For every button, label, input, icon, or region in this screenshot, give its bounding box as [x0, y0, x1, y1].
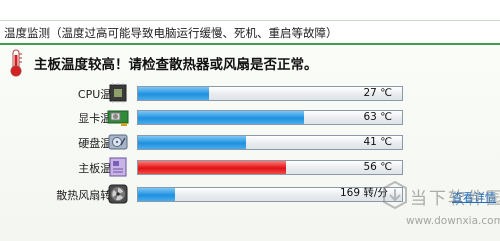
temperature-bar-motherboard: 56 ℃ [137, 160, 403, 175]
bar-fill [138, 188, 175, 201]
bar-fill [138, 161, 286, 174]
bar-fill [138, 136, 247, 149]
sensor-row-motherboard: 主板温度: 56 ℃ [0, 156, 500, 180]
alert-message: 主板温度较高！请检查散热器或风扇是否正常。 [34, 57, 318, 73]
fan-icon [108, 184, 128, 204]
section-title: 温度监测（温度过高可能导致电脑运行缓慢、死机、重启等故障） [0, 22, 500, 45]
temperature-value: 41 ℃ [363, 136, 393, 148]
fan-row: 散热风扇转速: 169 转/分 [0, 183, 500, 207]
bar-fill [138, 111, 305, 124]
sensor-row-cpu: CPU温度: 27 ℃ [0, 82, 500, 106]
motherboard-icon [109, 157, 127, 177]
sensor-row-hdd: 硬盘温度: 41 ℃ [0, 131, 500, 155]
temperature-bar-hdd: 41 ℃ [137, 135, 403, 150]
bar-fill [138, 87, 210, 100]
sensor-row-gpu: 显卡温度: 63 ℃ [0, 106, 500, 130]
top-divider [0, 0, 500, 21]
thermometer-warning-icon [10, 49, 22, 77]
view-details-link[interactable]: 查看详情 [452, 189, 496, 205]
temperature-bar-gpu: 63 ℃ [137, 110, 403, 125]
temperature-bar-cpu: 27 ℃ [137, 86, 403, 101]
temperature-value: 27 ℃ [363, 87, 393, 99]
cpu-chip-icon [109, 83, 127, 103]
hard-disk-icon [108, 134, 128, 150]
temperature-value: 56 ℃ [363, 161, 393, 173]
temperature-value: 63 ℃ [363, 111, 393, 123]
fan-speed-value: 169 转/分 [340, 187, 388, 199]
graphics-card-icon [107, 110, 129, 126]
